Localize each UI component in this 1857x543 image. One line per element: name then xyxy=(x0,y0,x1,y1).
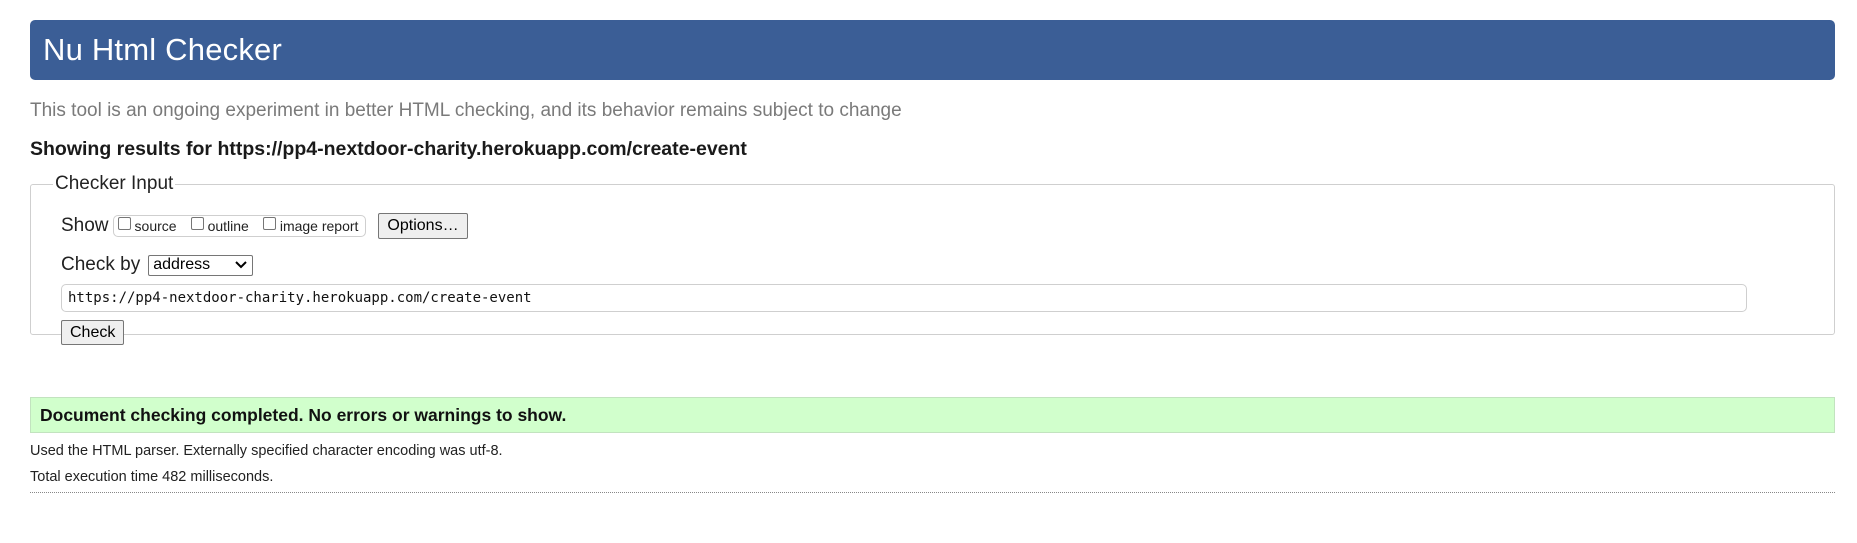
url-input[interactable]: https://pp4-nextdoor-charity.herokuapp.c… xyxy=(61,284,1747,312)
check-by-label: Check by xyxy=(61,254,141,275)
results-heading: Showing results for https://pp4-nextdoor… xyxy=(30,138,1835,160)
outline-checkbox[interactable] xyxy=(190,216,204,230)
check-button[interactable]: Check xyxy=(61,320,125,345)
check-by-row: Check by address xyxy=(61,254,1804,276)
check-by-selected-value: address xyxy=(153,256,211,273)
divider xyxy=(30,492,1835,493)
show-source-option[interactable]: source xyxy=(117,216,177,234)
page-title: Nu Html Checker xyxy=(43,32,282,67)
show-outline-option[interactable]: outline xyxy=(190,216,249,234)
image-report-checkbox[interactable] xyxy=(262,216,276,230)
results-prefix: Showing results for xyxy=(30,138,218,160)
header-banner: Nu Html Checker xyxy=(30,20,1835,80)
show-row: Show source outline image report Options… xyxy=(61,213,1804,239)
source-checkbox[interactable] xyxy=(117,216,131,230)
tagline: This tool is an ongoing experiment in be… xyxy=(30,100,902,121)
source-checkbox-label: source xyxy=(134,218,177,234)
page: Nu Html Checker This tool is an ongoing … xyxy=(30,20,1835,493)
options-button[interactable]: Options… xyxy=(378,213,468,239)
show-options-group: source outline image report xyxy=(112,215,367,237)
outline-checkbox-label: outline xyxy=(207,218,249,234)
status-success-message: Document checking completed. No errors o… xyxy=(30,397,1835,433)
parser-info: Used the HTML parser. Externally specifi… xyxy=(30,443,503,459)
image-report-checkbox-label: image report xyxy=(279,218,359,234)
checker-input-fieldset: Checker Input Show source outline image … xyxy=(30,173,1835,345)
check-by-select[interactable]: address xyxy=(148,254,254,276)
show-label: Show xyxy=(61,215,109,236)
checker-input-legend: Checker Input xyxy=(55,173,174,194)
execution-time-info: Total execution time 482 milliseconds. xyxy=(30,469,274,485)
chevron-down-icon xyxy=(235,261,247,269)
show-image-report-option[interactable]: image report xyxy=(262,216,359,234)
results-url: https://pp4-nextdoor-charity.herokuapp.c… xyxy=(217,138,747,160)
